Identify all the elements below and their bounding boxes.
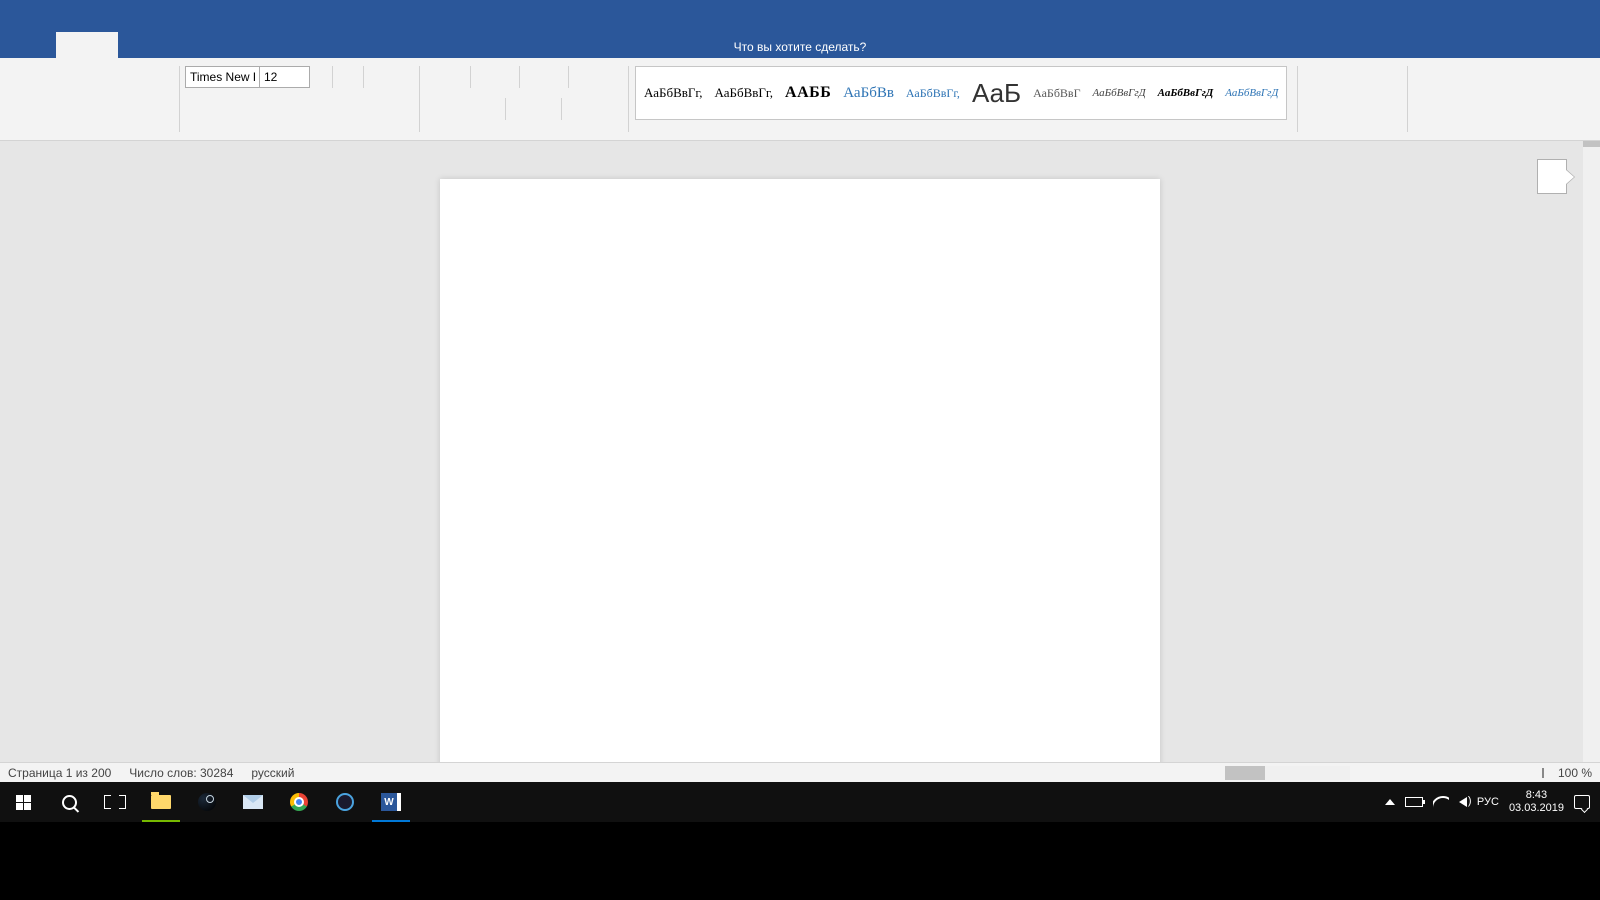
style-no-spacing[interactable]: АаБбВвГг, — [715, 85, 774, 101]
document-page[interactable] — [440, 179, 1160, 762]
windows-logo-icon — [16, 795, 31, 810]
tray-date: 03.03.2019 — [1509, 802, 1564, 815]
separator — [505, 98, 506, 120]
ribbon-group-styles: АаБбВвГг, АаБбВвГг, ААББ АаБбВв АаБбВвГг… — [629, 66, 1298, 132]
taskbar-file-explorer[interactable] — [138, 782, 184, 822]
start-button[interactable] — [0, 782, 46, 822]
word-titlebar: Что вы хотите сделать? — [0, 0, 1600, 58]
separator — [363, 66, 364, 88]
action-center-icon[interactable] — [1574, 795, 1590, 809]
search-icon — [62, 795, 77, 810]
ribbon: АаБбВвГг, АаБбВвГг, ААББ АаБбВв АаБбВвГг… — [0, 58, 1600, 141]
taskbar-chrome[interactable] — [276, 782, 322, 822]
status-bar: Страница 1 из 200 Число слов: 30284 русс… — [0, 762, 1600, 782]
battery-icon[interactable] — [1405, 797, 1423, 807]
separator — [470, 66, 471, 88]
task-view-icon — [104, 795, 126, 809]
windows-taskbar: W РУС 8:43 03.03.2019 — [0, 782, 1600, 822]
separator — [561, 98, 562, 120]
horizontal-scrollbar[interactable] — [1225, 766, 1350, 780]
horizontal-scrollbar-thumb[interactable] — [1225, 766, 1265, 780]
status-word-count[interactable]: Число слов: 30284 — [129, 766, 233, 780]
steam-icon — [198, 793, 216, 811]
status-language[interactable]: русский — [251, 766, 294, 780]
styles-gallery[interactable]: АаБбВвГг, АаБбВвГг, ААББ АаБбВв АаБбВвГг… — [635, 66, 1287, 120]
tray-time: 8:43 — [1509, 789, 1564, 802]
tray-clock[interactable]: 8:43 03.03.2019 — [1509, 789, 1564, 815]
sound-icon[interactable] — [1459, 797, 1467, 807]
folder-icon — [151, 795, 171, 809]
navigation-tag[interactable] — [1537, 159, 1567, 194]
tray-overflow-icon[interactable] — [1385, 799, 1395, 805]
document-area — [0, 141, 1600, 762]
ribbon-group-clipboard — [0, 66, 180, 132]
style-subtle-emphasis[interactable]: АаБбВвГгД — [1093, 87, 1146, 99]
ribbon-group-editing — [1298, 66, 1408, 132]
taskbar-app[interactable] — [322, 782, 368, 822]
ribbon-group-paragraph — [420, 66, 629, 132]
taskbar-task-view[interactable] — [92, 782, 138, 822]
app-icon — [336, 793, 354, 811]
font-size-input[interactable] — [260, 66, 310, 88]
separator — [519, 66, 520, 88]
separator — [332, 66, 333, 88]
zoom-level[interactable]: 100 % — [1558, 766, 1592, 780]
wifi-icon[interactable] — [1433, 796, 1449, 808]
mail-icon — [243, 795, 263, 809]
system-tray: РУС 8:43 03.03.2019 — [1385, 789, 1600, 815]
style-emphasis[interactable]: АаБбВвГгД — [1158, 87, 1214, 99]
tell-me-search[interactable]: Что вы хотите сделать? — [734, 40, 867, 54]
zoom-slider[interactable] — [1542, 768, 1544, 778]
word-icon: W — [381, 793, 401, 811]
font-name-input[interactable] — [185, 66, 260, 88]
separator — [568, 66, 569, 88]
style-normal[interactable]: АаБбВвГг, — [644, 85, 703, 101]
taskbar-steam[interactable] — [184, 782, 230, 822]
taskbar-search[interactable] — [46, 782, 92, 822]
style-heading1[interactable]: ААББ — [785, 84, 831, 102]
style-heading2[interactable]: АаБбВв — [843, 85, 894, 102]
style-subtitle[interactable]: АаБбВвГ — [1033, 86, 1080, 101]
ribbon-group-font — [180, 66, 420, 132]
chrome-icon — [290, 793, 308, 811]
style-title[interactable]: АаБ — [972, 78, 1021, 109]
style-heading3[interactable]: АаБбВвГг, — [906, 86, 960, 101]
status-page[interactable]: Страница 1 из 200 — [8, 766, 111, 780]
style-intense-emphasis[interactable]: АаБбВвГгД — [1225, 87, 1278, 99]
ribbon-tab-home[interactable] — [56, 32, 118, 58]
tray-ime[interactable]: РУС — [1477, 796, 1499, 808]
taskbar-word[interactable]: W — [368, 782, 414, 822]
taskbar-mail[interactable] — [230, 782, 276, 822]
vertical-scrollbar-thumb[interactable] — [1583, 141, 1600, 147]
vertical-scrollbar[interactable] — [1583, 141, 1600, 762]
